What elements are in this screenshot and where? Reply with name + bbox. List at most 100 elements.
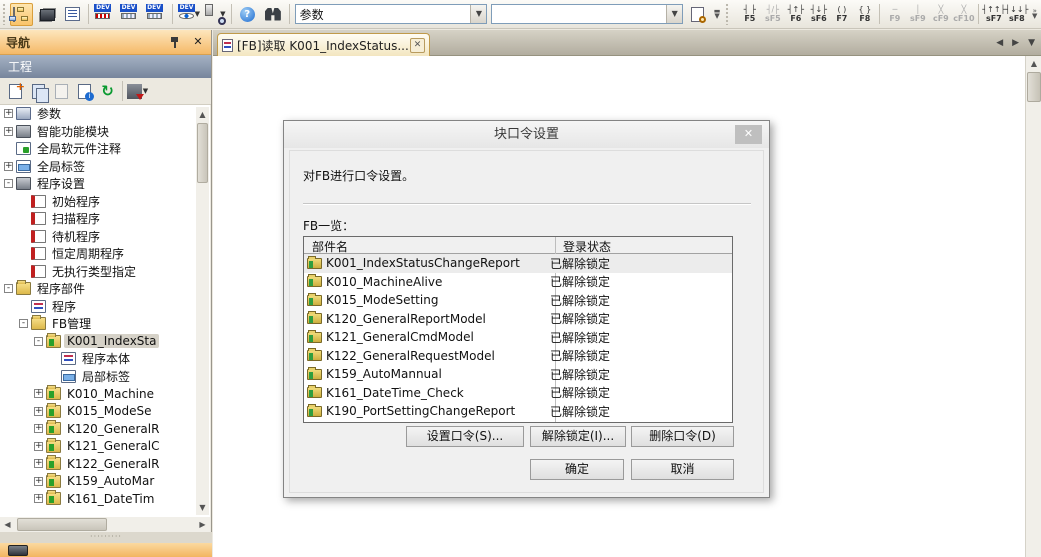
- tree-item-恒定周期程序[interactable]: 恒定周期程序: [0, 245, 210, 263]
- fkey-button-sf6[interactable]: ┤↓├sF6: [807, 2, 830, 26]
- tree-item-K120_GeneralR[interactable]: +K120_GeneralR: [0, 420, 210, 438]
- expand-icon[interactable]: +: [4, 109, 13, 118]
- combobox-arrow-icon[interactable]: ▼: [666, 5, 682, 23]
- device-grid-button[interactable]: DEV: [119, 3, 143, 26]
- tree-item-智能功能模块[interactable]: +智能功能模块: [0, 123, 210, 141]
- tree-item-K001_IndexSta[interactable]: -K001_IndexSta: [0, 333, 210, 351]
- expand-icon[interactable]: +: [34, 459, 43, 468]
- tree-item-K122_GeneralR[interactable]: +K122_GeneralR: [0, 455, 210, 473]
- tree-horizontal-scrollbar[interactable]: ◀ ▶: [0, 517, 210, 532]
- project-tree-button[interactable]: [10, 3, 34, 26]
- scrollbar-thumb[interactable]: [1027, 72, 1041, 102]
- tree-item-参数[interactable]: +参数: [0, 105, 210, 123]
- help-button[interactable]: ?: [236, 3, 260, 26]
- scroll-down-icon[interactable]: ▼: [196, 500, 209, 515]
- tree-item-待机程序[interactable]: 待机程序: [0, 228, 210, 246]
- new-item-button[interactable]: +: [4, 80, 27, 102]
- expand-icon[interactable]: +: [34, 407, 43, 416]
- fb-table-row[interactable]: K190_PortSettingChangeReport已解除锁定: [304, 402, 732, 421]
- fb-table-row[interactable]: K122_GeneralRequestModel已解除锁定: [304, 347, 732, 366]
- fkey-button-f9[interactable]: ─F9: [883, 2, 906, 26]
- tree-item-全局软元件注释[interactable]: 全局软元件注释: [0, 140, 210, 158]
- collapse-icon[interactable]: -: [4, 284, 13, 293]
- tab-close-button[interactable]: ✕: [410, 38, 425, 53]
- secondary-combobox[interactable]: ▼: [491, 4, 683, 24]
- dialog-titlebar[interactable]: 块口令设置: [284, 121, 769, 148]
- tree-item-K161_DateTim[interactable]: +K161_DateTim: [0, 490, 210, 508]
- unlock-button[interactable]: 解除锁定(I)...: [530, 426, 626, 447]
- expand-icon[interactable]: +: [4, 162, 13, 171]
- device-monitor-button[interactable]: DEV▼: [177, 3, 201, 26]
- tree-item-K015_ModeSe[interactable]: +K015_ModeSe: [0, 403, 210, 421]
- tree-item-FB管理[interactable]: -FB管理: [0, 315, 210, 333]
- tree-item-全局标签[interactable]: +全局标签: [0, 158, 210, 176]
- panel-splitter[interactable]: ·········: [0, 532, 212, 543]
- combobox-arrow-icon[interactable]: ▼: [470, 5, 486, 23]
- toolbar-grip[interactable]: [725, 3, 730, 25]
- fkey-button-sf7[interactable]: ┤↑↑├sF7: [982, 2, 1005, 26]
- dialog-close-button[interactable]: ✕: [735, 125, 762, 144]
- tree-item-程序[interactable]: 程序: [0, 298, 210, 316]
- expand-icon[interactable]: +: [34, 389, 43, 398]
- fkey-button-f7[interactable]: ( )F7: [830, 2, 853, 26]
- tab-scroll-right-button[interactable]: ▶: [1012, 38, 1019, 48]
- tree-item-程序设置[interactable]: -程序设置: [0, 175, 210, 193]
- collapse-icon[interactable]: -: [34, 337, 43, 346]
- scrollbar-thumb[interactable]: [17, 518, 107, 531]
- fb-table-row[interactable]: K015_ModeSetting已解除锁定: [304, 291, 732, 310]
- fb-table-row[interactable]: K001_IndexStatusChangeReport已解除锁定: [304, 254, 732, 273]
- collapse-icon[interactable]: -: [4, 179, 13, 188]
- tab-scroll-left-button[interactable]: ◀: [996, 38, 1003, 48]
- tree-item-扫描程序[interactable]: 扫描程序: [0, 210, 210, 228]
- scroll-left-icon[interactable]: ◀: [0, 517, 15, 532]
- tree-item-初始程序[interactable]: 初始程序: [0, 193, 210, 211]
- delete-password-button[interactable]: 删除口令(D): [631, 426, 734, 447]
- list-view-button[interactable]: [61, 3, 85, 26]
- expand-icon[interactable]: +: [4, 127, 13, 136]
- doc-preview-button[interactable]: [686, 3, 710, 26]
- fkey-overflow-button[interactable]: »▼: [1028, 3, 1041, 25]
- scrollbar-thumb[interactable]: [197, 123, 208, 183]
- fkey-button-cf9[interactable]: ╳cF9: [929, 2, 952, 26]
- fb-table-row[interactable]: K159_AutoMannual已解除锁定: [304, 365, 732, 384]
- tree-item-程序本体[interactable]: 程序本体: [0, 350, 210, 368]
- tree-item-K159_AutoMar[interactable]: +K159_AutoMar: [0, 473, 210, 491]
- set-password-button[interactable]: 设置口令(S)...: [406, 426, 524, 447]
- fkey-button-f8[interactable]: { }F8: [853, 2, 876, 26]
- sort-button[interactable]: ▼: [126, 80, 149, 102]
- fb-table-row[interactable]: K121_GeneralCmdModel已解除锁定: [304, 328, 732, 347]
- refresh-button[interactable]: ↻: [96, 80, 119, 102]
- find-button[interactable]: [261, 3, 285, 26]
- scroll-right-icon[interactable]: ▶: [195, 517, 210, 532]
- expand-icon[interactable]: +: [34, 442, 43, 451]
- fkey-button-f6[interactable]: ┤↑├F6: [784, 2, 807, 26]
- tree-item-程序部件[interactable]: -程序部件: [0, 280, 210, 298]
- panel-close-icon[interactable]: ✕: [191, 35, 205, 49]
- device-batch-button[interactable]: DEV: [145, 3, 169, 26]
- module-config-button[interactable]: [35, 3, 59, 26]
- pin-icon[interactable]: [169, 36, 181, 48]
- toolbar-grip[interactable]: [2, 3, 7, 25]
- fkey-button-sf5[interactable]: ┤/├sF5: [761, 2, 784, 26]
- cancel-button[interactable]: 取消: [631, 459, 734, 480]
- fb-table-row[interactable]: K010_MachineAlive已解除锁定: [304, 273, 732, 292]
- ok-button[interactable]: 确定: [530, 459, 624, 480]
- fkey-button-sf8[interactable]: ┤↓↓├sF8: [1005, 2, 1028, 26]
- scroll-up-icon[interactable]: ▲: [1026, 56, 1041, 71]
- property-button[interactable]: i: [73, 80, 96, 102]
- fb-table-row[interactable]: K161_DateTime_Check已解除锁定: [304, 384, 732, 403]
- toolbar-overflow-button[interactable]: ▬▼: [711, 3, 724, 25]
- device-search-button[interactable]: ▼: [203, 3, 227, 26]
- tab-fb-k001[interactable]: [FB]读取 K001_IndexStatus... ✕: [217, 33, 430, 56]
- expand-icon[interactable]: +: [34, 424, 43, 433]
- fkey-button-f5[interactable]: ┤ ├F5: [738, 2, 761, 26]
- device-find-button[interactable]: DEV: [93, 3, 117, 26]
- project-view-button[interactable]: [0, 543, 212, 557]
- collapse-icon[interactable]: -: [19, 319, 28, 328]
- device-combobox[interactable]: 参数 ▼: [295, 4, 488, 24]
- paste-button[interactable]: [50, 80, 73, 102]
- expand-icon[interactable]: +: [34, 477, 43, 486]
- fkey-button-sf9[interactable]: │sF9: [906, 2, 929, 26]
- editor-vertical-scrollbar[interactable]: ▲: [1025, 56, 1041, 557]
- tree-vertical-scrollbar[interactable]: ▲ ▼: [196, 107, 209, 515]
